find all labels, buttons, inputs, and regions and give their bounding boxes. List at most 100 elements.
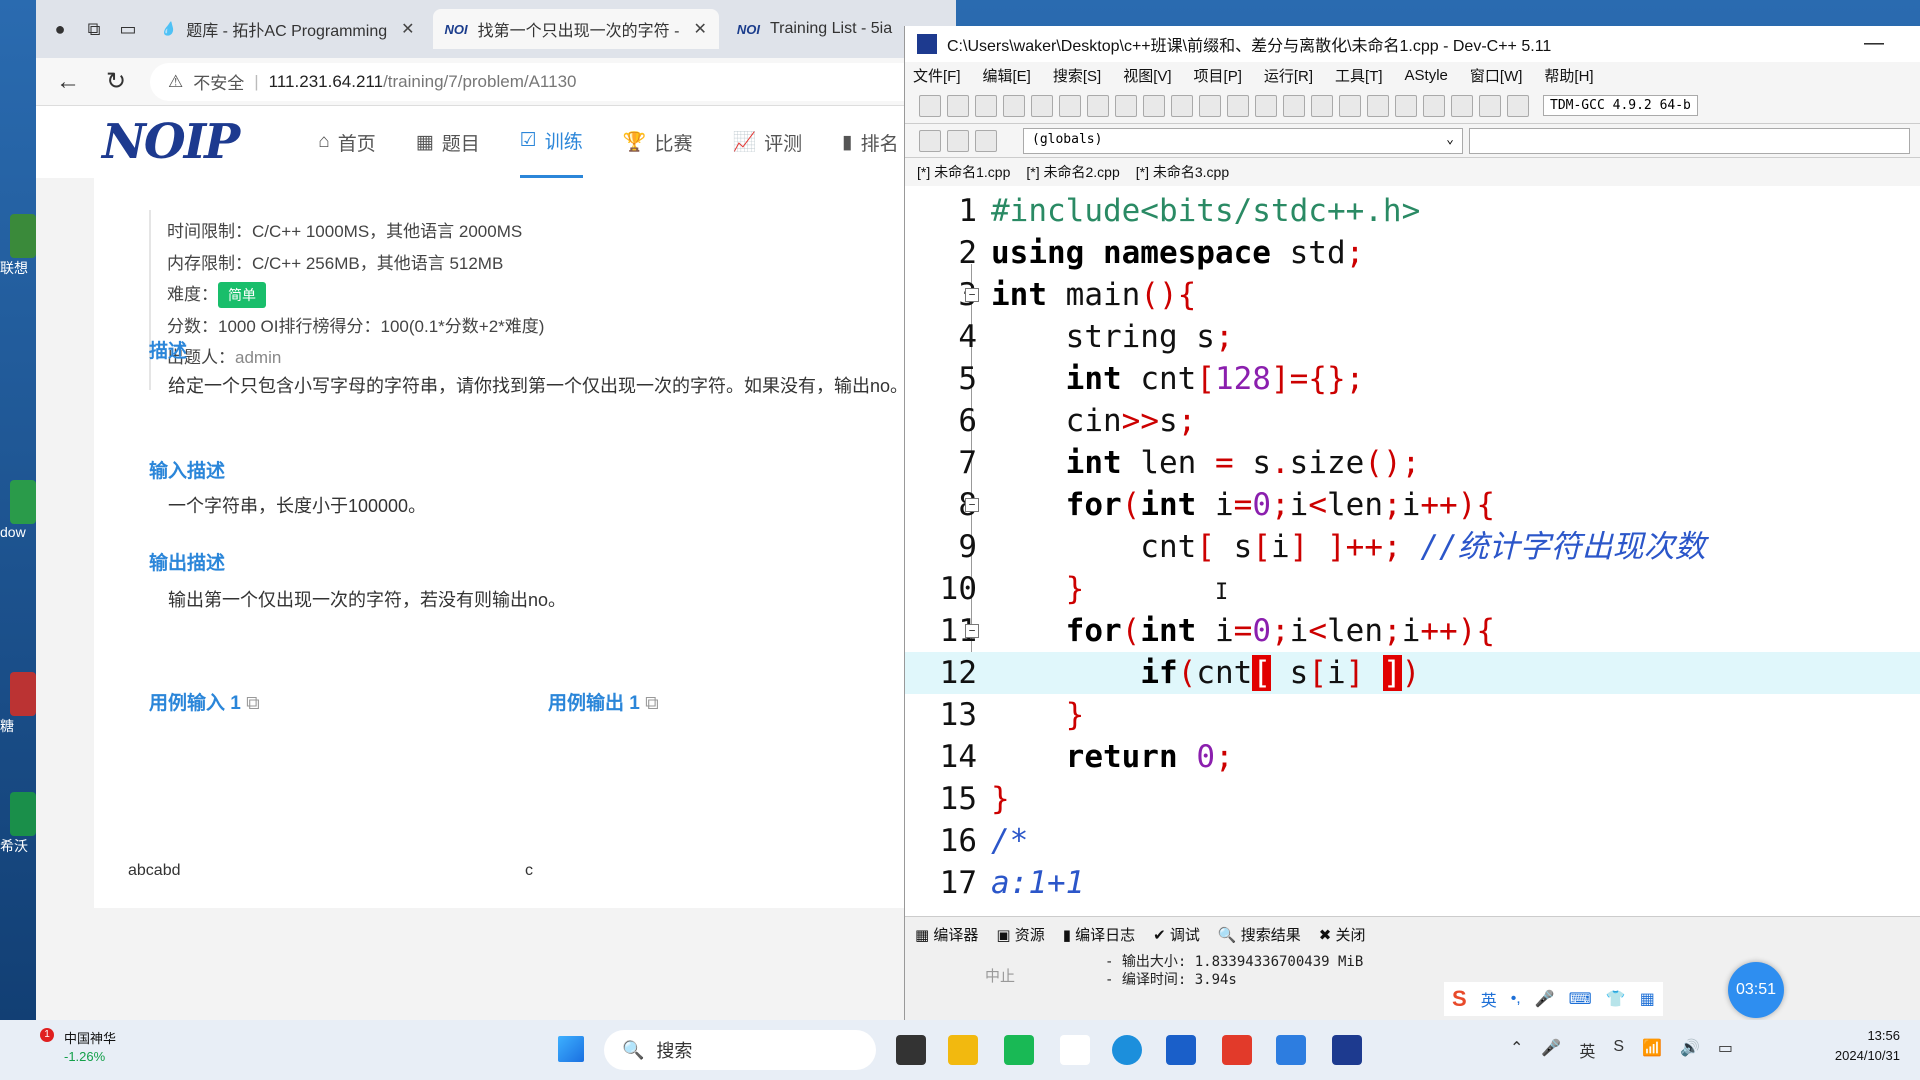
sogou-icon[interactable]: S [1452, 986, 1467, 1012]
save-all-icon[interactable] [1003, 94, 1025, 117]
fold-toggle-icon[interactable]: − [965, 498, 979, 512]
find-icon[interactable] [1143, 94, 1165, 117]
browser-tab[interactable]: 💧 题库 - 拓扑AC Programming ✕ [148, 9, 427, 49]
compile-icon[interactable] [1311, 94, 1333, 117]
save-icon[interactable] [975, 94, 997, 117]
nav-item-home[interactable]: ⌂ 首页 [318, 106, 376, 178]
collections-icon[interactable]: ⧉ [80, 15, 108, 43]
file-explorer-icon[interactable] [948, 1035, 978, 1065]
unindent-icon[interactable] [1255, 94, 1277, 117]
menu-run[interactable]: 运行[R] [1264, 65, 1313, 86]
run-icon[interactable] [1339, 94, 1361, 117]
print-icon[interactable] [1059, 94, 1081, 117]
skin-icon[interactable]: 👕 [1606, 989, 1626, 1009]
notes-icon[interactable] [1276, 1035, 1306, 1065]
profile-icon[interactable]: ● [46, 15, 74, 43]
mic-icon[interactable]: 🎤 [1541, 1038, 1561, 1062]
mic-icon[interactable]: 🎤 [1535, 989, 1555, 1009]
copy-icon[interactable]: ⧉ [246, 693, 260, 714]
edge-icon[interactable] [1112, 1035, 1142, 1065]
browser-tab-active[interactable]: NOI 找第一个只出现一次的字符 - ✕ [432, 9, 719, 49]
menu-search[interactable]: 搜索[S] [1053, 65, 1101, 86]
menu-help[interactable]: 帮助[H] [1544, 65, 1593, 86]
menu-astyle[interactable]: AStyle [1405, 67, 1448, 84]
copy-icon[interactable]: ⧉ [645, 693, 659, 714]
menu-tools[interactable]: 工具[T] [1335, 65, 1383, 86]
file-tab[interactable]: [*] 未命名2.cpp [1026, 162, 1119, 182]
task-view-icon[interactable] [896, 1035, 926, 1065]
tab-close[interactable]: ✖ 关闭 [1319, 924, 1366, 945]
store-icon[interactable] [1166, 1035, 1196, 1065]
function-select[interactable] [1469, 127, 1910, 154]
goto-icon[interactable] [1199, 94, 1221, 117]
nav-item-problems[interactable]: ▦ 题目 [416, 106, 480, 178]
ime-icon[interactable]: 英 [1579, 1038, 1595, 1062]
stop-icon[interactable] [1451, 94, 1473, 117]
scope-select[interactable]: (globals) ⌄ [1023, 127, 1463, 154]
keyboard-icon[interactable]: ⌨ [1569, 989, 1592, 1009]
recording-timer[interactable]: 03:51 [1728, 962, 1784, 1018]
tab-close-icon[interactable]: ✕ [693, 19, 706, 39]
close-file-icon[interactable] [1031, 94, 1053, 117]
file-tab-active[interactable]: [*] 未命名1.cpp [917, 162, 1010, 182]
chevron-up-icon[interactable]: ⌃ [1510, 1038, 1523, 1062]
new-file-icon[interactable] [919, 94, 941, 117]
tab-debug[interactable]: ✔ 调试 [1153, 924, 1200, 945]
check-syntax-icon[interactable] [1423, 94, 1445, 117]
desktop-icon[interactable]: dow [0, 480, 36, 540]
battery-icon[interactable]: ▭ [1718, 1038, 1733, 1062]
fold-toggle-icon[interactable]: − [965, 624, 979, 638]
url-field[interactable]: ⚠ 不安全 | 111.231.64.211/training/7/proble… [150, 62, 956, 101]
wechat-icon[interactable] [1004, 1035, 1034, 1065]
replace-icon[interactable] [1171, 94, 1193, 117]
nav-item-contest[interactable]: 🏆 比赛 [623, 106, 693, 178]
punctuation-icon[interactable]: •, [1511, 990, 1521, 1008]
refresh-icon[interactable]: ↻ [102, 67, 130, 96]
indent-icon[interactable] [1227, 94, 1249, 117]
tab-search-results[interactable]: 🔍 搜索结果 [1218, 924, 1301, 945]
desktop-icon[interactable]: 联想 [0, 214, 36, 278]
class-browser-icon[interactable] [919, 129, 941, 152]
menu-view[interactable]: 视图[V] [1123, 65, 1171, 86]
site-logo[interactable]: NOIP [102, 114, 240, 170]
author[interactable]: admin [235, 348, 281, 367]
start-icon[interactable] [558, 1036, 584, 1062]
tab-resources[interactable]: ▣ 资源 [996, 924, 1044, 945]
chart-icon[interactable] [1479, 94, 1501, 117]
python-icon[interactable] [1060, 1035, 1090, 1065]
insert-icon[interactable] [947, 129, 969, 152]
bookmark-icon[interactable] [975, 129, 997, 152]
compiler-select[interactable]: TDM-GCC 4.9.2 64-b [1543, 95, 1698, 116]
wps-icon[interactable] [1222, 1035, 1252, 1065]
compile-run-icon[interactable] [1367, 94, 1389, 117]
devcpp-taskbar-icon[interactable] [1332, 1035, 1362, 1065]
toolbox-icon[interactable]: ▦ [1640, 989, 1655, 1009]
undo-icon[interactable] [1087, 94, 1109, 117]
nav-item-training[interactable]: ☑ 训练 [519, 106, 583, 178]
tab-compiler[interactable]: ▦ 编译器 [915, 924, 978, 945]
toggle-comment-icon[interactable] [1283, 94, 1305, 117]
stop-button[interactable]: 中止 [985, 965, 1015, 986]
nav-item-judge[interactable]: 📈 评测 [732, 106, 802, 178]
rebuild-icon[interactable] [1395, 94, 1417, 117]
debug-icon[interactable] [1507, 94, 1529, 117]
volume-icon[interactable]: 🔊 [1680, 1038, 1700, 1062]
nav-item-rank[interactable]: ▮ 排名 [842, 106, 898, 178]
taskbar-search[interactable]: 🔍 搜索 [604, 1030, 876, 1070]
minimize-icon[interactable]: — [1864, 32, 1884, 55]
tab-compile-log[interactable]: ▮ 编译日志 [1063, 924, 1135, 945]
code-editor[interactable]: 1 #include<bits/stdc++.h> 2 using namespac… [905, 186, 1920, 916]
desktop-icon[interactable]: 希沃 [0, 792, 36, 856]
open-icon[interactable] [947, 94, 969, 117]
fold-toggle-icon[interactable]: − [965, 288, 979, 302]
sogou-tray-icon[interactable]: S [1613, 1038, 1624, 1062]
desktop-icon[interactable]: 糖 [0, 672, 36, 736]
tab-close-icon[interactable]: ✕ [401, 19, 414, 39]
stock-widget[interactable]: 1 中国神华 -1.26% [24, 1028, 116, 1066]
redo-icon[interactable] [1115, 94, 1137, 117]
tab-actions-icon[interactable]: ▭ [114, 15, 142, 43]
menu-window[interactable]: 窗口[W] [1470, 65, 1523, 86]
wifi-icon[interactable]: 📶 [1642, 1038, 1662, 1062]
ime-lang[interactable]: 英 [1481, 987, 1497, 1011]
menu-edit[interactable]: 编辑[E] [983, 65, 1031, 86]
